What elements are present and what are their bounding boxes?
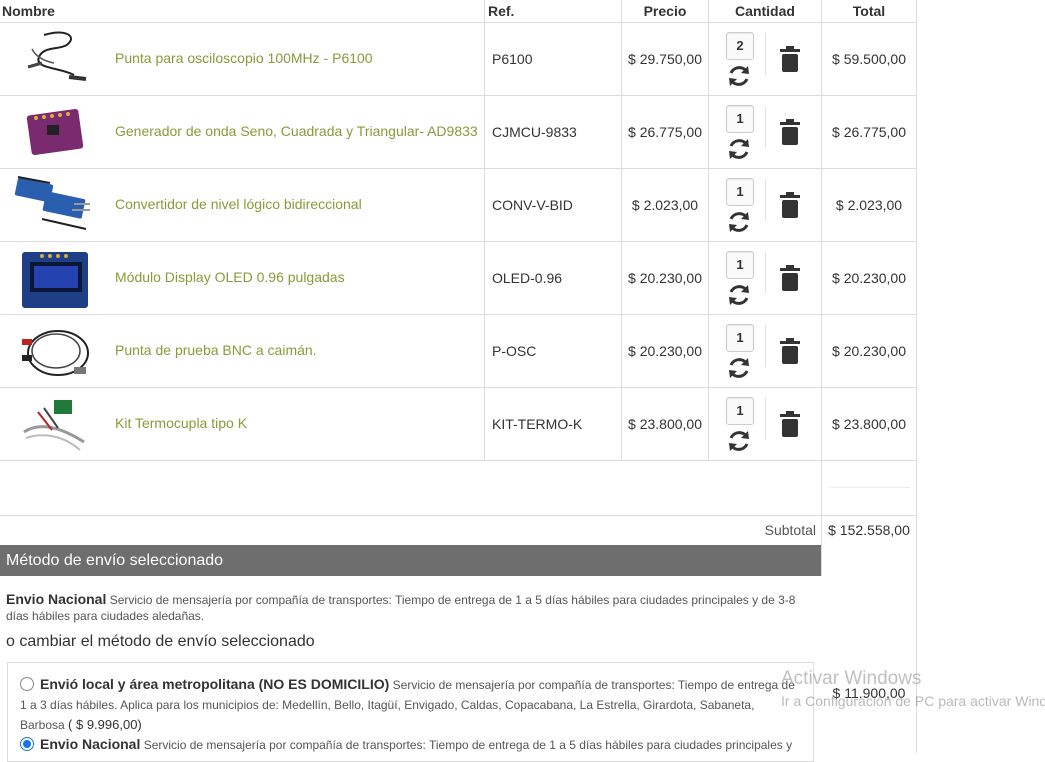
qty-separator [765, 179, 766, 221]
trash-icon[interactable] [779, 338, 801, 364]
selected-shipping-text: Servicio de mensajería por compañía de t… [6, 593, 796, 623]
trash-icon[interactable] [779, 119, 801, 145]
radio-button[interactable] [20, 677, 34, 691]
trash-icon[interactable] [779, 46, 801, 72]
trash-icon[interactable] [779, 265, 801, 291]
product-price: $ 20.230,00 [628, 343, 702, 359]
qty-separator [765, 33, 766, 75]
qty-separator [765, 398, 766, 440]
header-precio: Precio [643, 3, 687, 19]
shipping-option-name: Envio Nacional [40, 736, 141, 752]
shipping-option[interactable]: Envió local y área metropolitana (NO ES … [20, 674, 795, 735]
product-price: $ 26.775,00 [628, 124, 702, 140]
quantity-input[interactable]: 2 [726, 32, 754, 60]
shipping-option-price: ( $ 9.996,00) [68, 717, 142, 732]
refresh-icon[interactable] [726, 282, 752, 308]
table-row: Módulo Display OLED 0.96 pulgadas OLED-0… [0, 242, 917, 315]
product-name-link[interactable]: Punta para osciloscopio 100MHz - P6100 [115, 50, 373, 66]
shipping-method-header: Método de envío seleccionado [0, 545, 821, 576]
refresh-icon[interactable] [726, 355, 752, 381]
table-row: Punta para osciloscopio 100MHz - P6100 P… [0, 23, 917, 96]
product-image-oscilloscope-probe[interactable] [14, 27, 94, 91]
table-row: Generador de onda Seno, Cuadrada y Trian… [0, 96, 917, 169]
quantity-input[interactable]: 1 [726, 178, 754, 206]
qty-separator [765, 252, 766, 294]
product-price: $ 2.023,00 [631, 197, 699, 213]
table-row: Convertidor de nivel lógico bidirecciona… [0, 169, 917, 242]
product-price: $ 29.750,00 [628, 51, 702, 67]
product-image-oled-display-module[interactable] [14, 246, 94, 310]
qty-separator [765, 325, 766, 367]
product-ref: KIT-TERMO-K [492, 416, 583, 432]
quantity-input[interactable]: 1 [726, 397, 754, 425]
product-image-thermocouple-kit[interactable] [14, 392, 94, 456]
row-total: $ 20.230,00 [832, 343, 906, 359]
shipping-option-name: Envió local y área metropolitana (NO ES … [40, 676, 390, 692]
header-total: Total [852, 3, 886, 19]
shipping-option-desc: Servicio de mensajería por compañía de t… [143, 738, 793, 752]
product-ref: P6100 [492, 51, 533, 67]
product-price: $ 23.800,00 [628, 416, 702, 432]
product-image-purple-pcb-module[interactable] [14, 100, 94, 164]
quantity-input[interactable]: 1 [726, 251, 754, 279]
product-image-blue-level-shifter-boards[interactable] [14, 173, 94, 237]
row-total: $ 26.775,00 [832, 124, 906, 140]
refresh-icon[interactable] [726, 63, 752, 89]
product-name-link[interactable]: Kit Termocupla tipo K [115, 415, 247, 431]
product-name-link[interactable]: Convertidor de nivel lógico bidirecciona… [115, 196, 362, 212]
table-row: Kit Termocupla tipo K KIT-TERMO-K $ 23.8… [0, 388, 917, 461]
product-ref: CJMCU-9833 [492, 124, 577, 140]
row-total: $ 20.230,00 [832, 270, 906, 286]
row-divider [0, 460, 917, 461]
selected-shipping-name: Envio Nacional [6, 591, 107, 607]
trash-icon[interactable] [779, 192, 801, 218]
shipping-options: Envió local y área metropolitana (NO ES … [7, 662, 814, 762]
trash-icon[interactable] [779, 411, 801, 437]
product-image-bnc-alligator-cable[interactable] [14, 319, 94, 383]
refresh-icon[interactable] [726, 136, 752, 162]
windows-activation-watermark-sub: Ir a Configuración de PC para activar Wi… [781, 693, 1045, 709]
product-name-link[interactable]: Punta de prueba BNC a caimán. [115, 342, 317, 358]
quantity-input[interactable]: 1 [726, 105, 754, 133]
windows-activation-watermark: Activar Windows [781, 668, 922, 689]
radio-button-selected[interactable] [20, 737, 34, 751]
shipping-option[interactable]: Envio Nacional Servicio de mensajería po… [20, 734, 795, 755]
product-ref: OLED-0.96 [492, 270, 563, 286]
subtotal-value: $ 152.558,00 [828, 522, 910, 538]
subtotal-label: Subtotal [764, 522, 816, 538]
row-total: $ 2.023,00 [835, 197, 903, 213]
header-cantidad: Cantidad [735, 3, 795, 19]
subtotal-divider [0, 515, 917, 516]
row-total: $ 23.800,00 [832, 416, 906, 432]
product-name-link[interactable]: Generador de onda Seno, Cuadrada y Trian… [115, 123, 478, 139]
product-price: $ 20.230,00 [628, 270, 702, 286]
header-ref: Ref. [488, 3, 515, 19]
selected-shipping-description: Envio Nacional Servicio de mensajería po… [6, 591, 806, 624]
table-row: Punta de prueba BNC a caimán. P-OSC $ 20… [0, 315, 917, 388]
row-total: $ 59.500,00 [832, 51, 906, 67]
refresh-icon[interactable] [726, 209, 752, 235]
product-ref: CONV-V-BID [492, 197, 573, 213]
change-shipping-heading: o cambiar el método de envío seleccionad… [6, 633, 315, 650]
qty-separator [765, 106, 766, 148]
total-divider [828, 487, 910, 488]
header-nombre: Nombre [2, 3, 55, 19]
product-name-link[interactable]: Módulo Display OLED 0.96 pulgadas [115, 269, 345, 285]
product-ref: P-OSC [492, 343, 537, 359]
quantity-input[interactable]: 1 [726, 324, 754, 352]
refresh-icon[interactable] [726, 428, 752, 454]
